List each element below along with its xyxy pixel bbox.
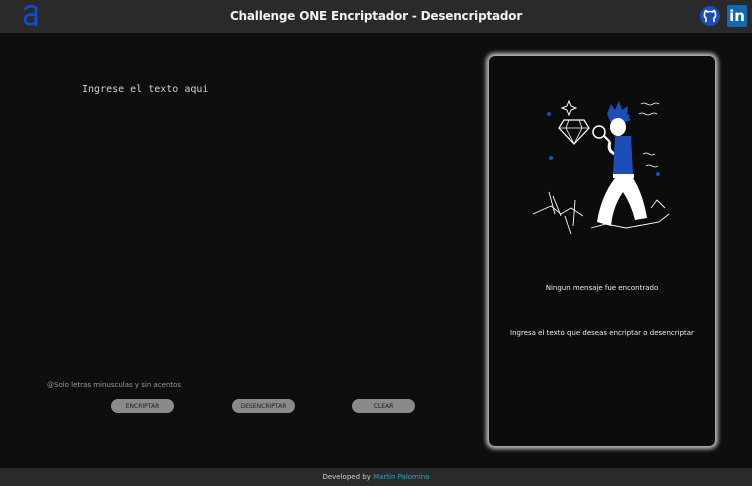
top-bar: Challenge ONE Encriptador - Desencriptad… [0,0,752,33]
text-input[interactable] [80,82,464,366]
decrypt-button[interactable]: DESENCRIPTAR [232,399,295,413]
clear-button[interactable]: CLEAR [352,399,415,413]
github-icon[interactable] [699,5,721,27]
output-panel: Ningun mensaje fue encontrado Ingresa el… [489,56,715,446]
empty-message-body: Ingresa el texto que deseas encriptar o … [510,329,694,337]
linkedin-icon[interactable]: in [727,5,747,27]
empty-message-title: Ningun mensaje fue encontrado [545,284,659,292]
input-hint: @Solo letras minusculas y sin acentos [47,381,182,389]
author-link[interactable]: Martin Palomino [373,473,429,481]
footer: Developed by Martin Palomino [0,468,752,486]
person-with-magnifier-and-diamond-illustration [532,99,670,235]
footer-prefix: Developed by [322,473,374,481]
page-title: Challenge ONE Encriptador - Desencriptad… [229,9,523,23]
encrypt-button[interactable]: ENCRIPTAR [111,399,174,413]
